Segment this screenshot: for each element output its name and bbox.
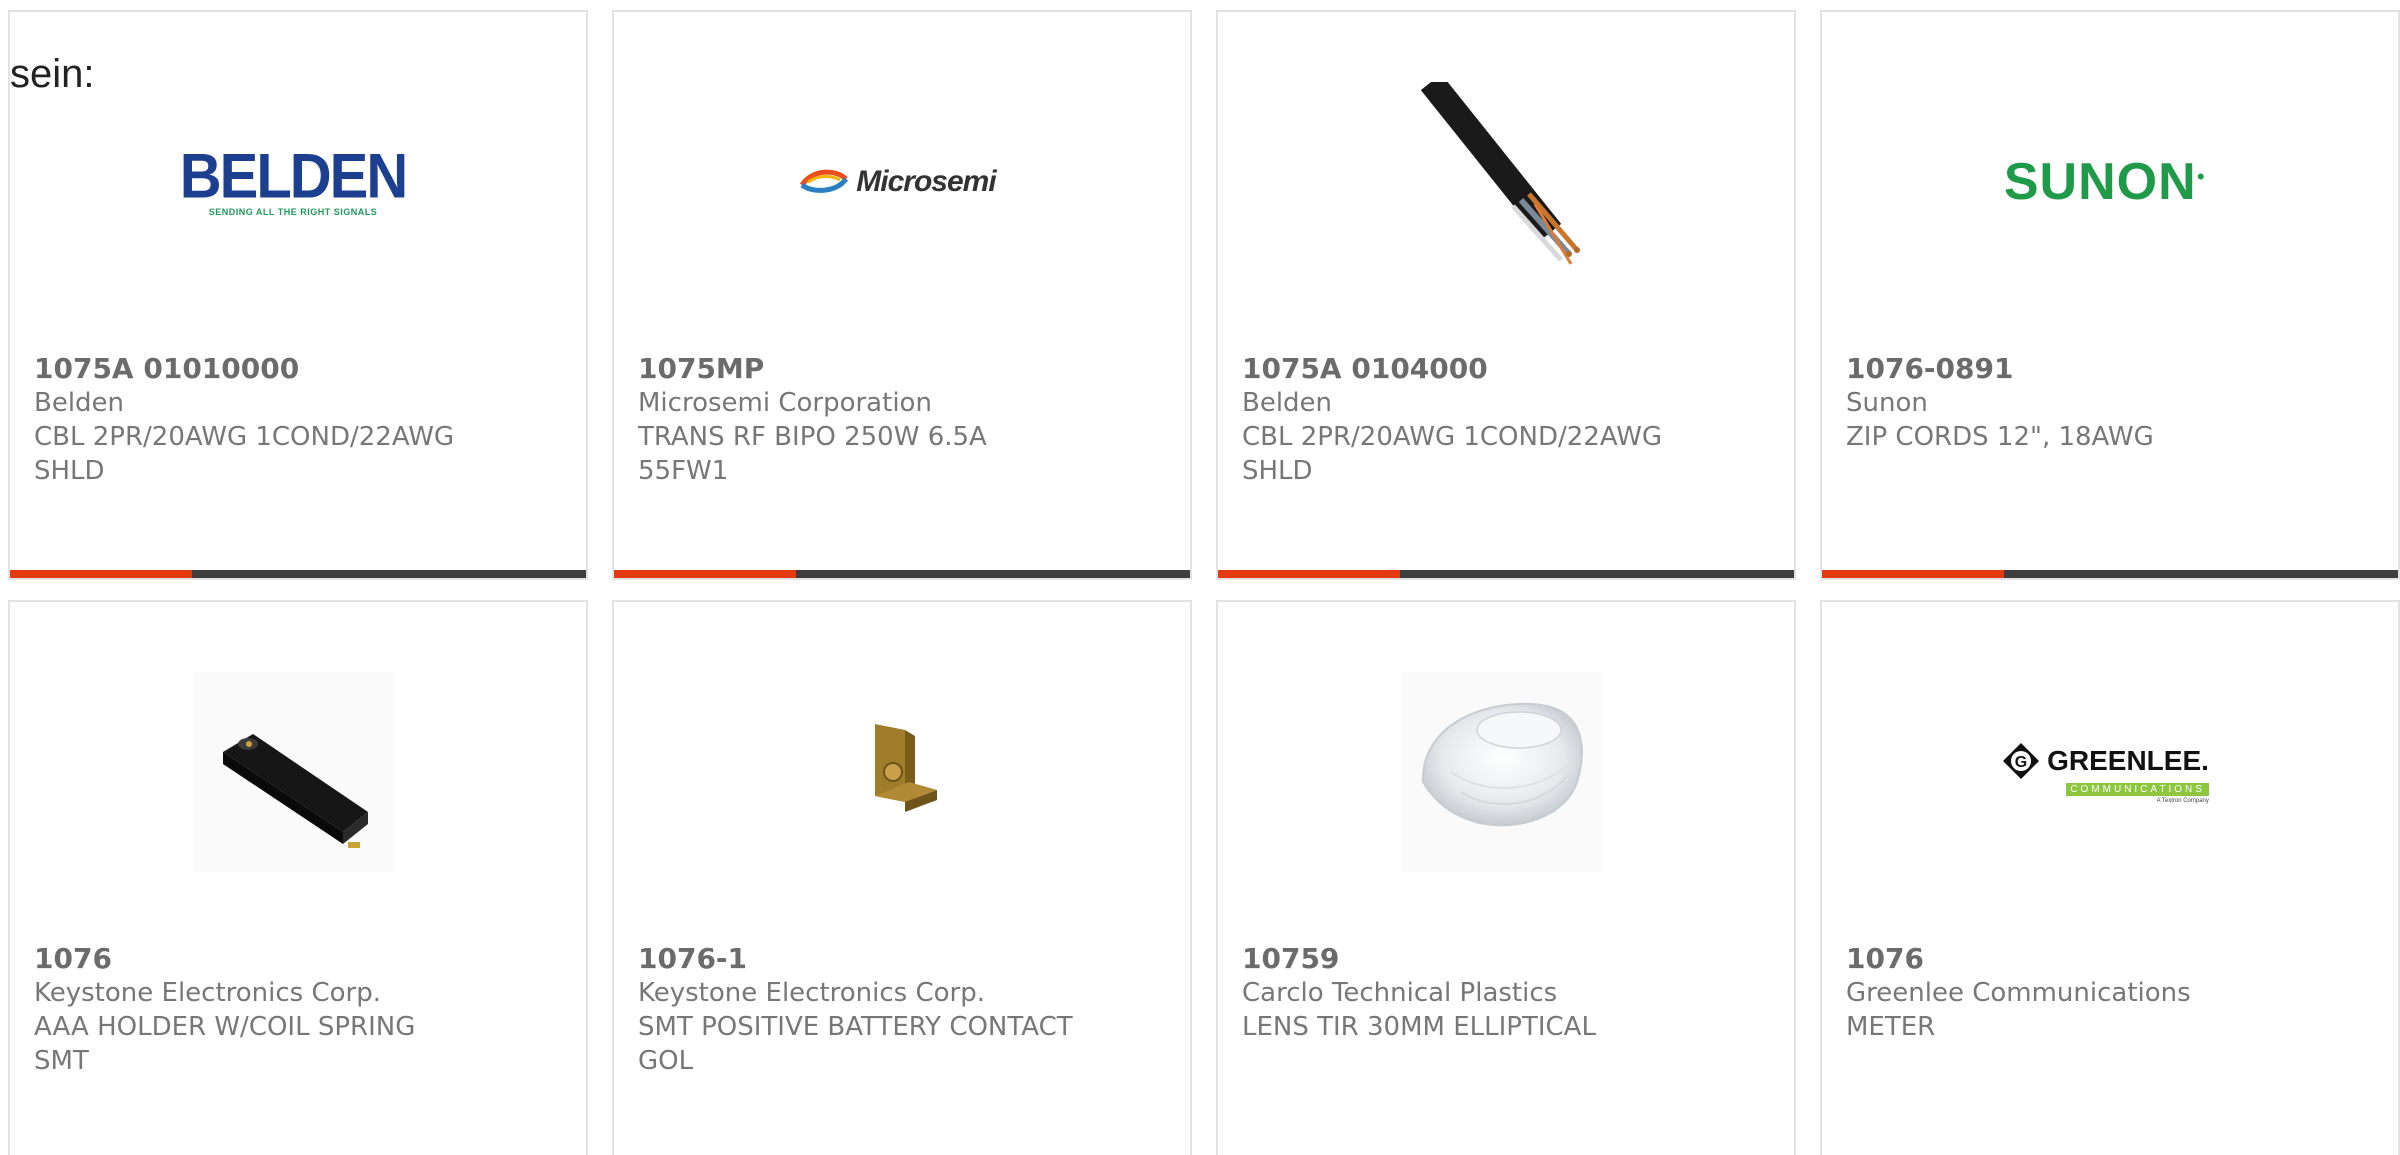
part-number[interactable]: 1075MP xyxy=(638,352,1078,386)
product-info: 10759 Carclo Technical Plastics LENS TIR… xyxy=(1242,942,1770,1044)
product-info: 1075MP Microsemi Corporation TRANS RF BI… xyxy=(638,352,1166,488)
product-image[interactable] xyxy=(1401,82,1601,282)
description: CBL 2PR/20AWG 1COND/22AWG SHLD xyxy=(1242,422,1663,486)
part-number[interactable]: 1075A 01010000 xyxy=(34,352,474,386)
description: ZIP CORDS 12", 18AWG xyxy=(1846,422,2154,452)
svg-text:G: G xyxy=(2015,754,2027,771)
manufacturer: Keystone Electronics Corp. xyxy=(34,978,382,1008)
product-image[interactable]: BELDEN SENDING ALL THE RIGHT SIGNALS xyxy=(180,82,408,282)
greenlee-logo: G GREENLEE. COMMUNICATIONS A Textron Com… xyxy=(2001,741,2209,804)
card-accent-bar xyxy=(1822,570,2398,578)
product-card[interactable]: sein: BELDEN SENDING ALL THE RIGHT SIGNA… xyxy=(8,10,588,580)
part-number[interactable]: 10759 xyxy=(1242,942,1682,976)
product-card[interactable]: Microsemi 1075MP Microsemi Corporation T… xyxy=(612,10,1192,580)
product-card[interactable]: 10759 Carclo Technical Plastics LENS TIR… xyxy=(1216,600,1796,1155)
product-grid: sein: BELDEN SENDING ALL THE RIGHT SIGNA… xyxy=(8,10,2400,1155)
card-accent-bar xyxy=(614,570,1190,578)
product-image[interactable]: Microsemi xyxy=(797,82,997,282)
product-card[interactable]: G GREENLEE. COMMUNICATIONS A Textron Com… xyxy=(1820,600,2400,1155)
product-image[interactable] xyxy=(193,672,393,872)
manufacturer: Greenlee Communications xyxy=(1846,978,2191,1008)
manufacturer: Keystone Electronics Corp. xyxy=(638,978,986,1008)
manufacturer: Sunon xyxy=(1846,388,1928,418)
belden-logo: BELDEN SENDING ALL THE RIGHT SIGNALS xyxy=(179,140,408,217)
product-grid-page: sein: BELDEN SENDING ALL THE RIGHT SIGNA… xyxy=(0,0,2400,1155)
product-image[interactable]: G GREENLEE. COMMUNICATIONS A Textron Com… xyxy=(2003,672,2209,872)
product-card[interactable]: SUNON● 1076-0891 Sunon ZIP CORDS 12", 18… xyxy=(1820,10,2400,580)
part-number[interactable]: 1076 xyxy=(1846,942,2286,976)
part-number[interactable]: 1076-0891 xyxy=(1846,352,2286,386)
product-info: 1076 Greenlee Communications METER xyxy=(1846,942,2374,1044)
product-image[interactable] xyxy=(1401,672,1601,872)
product-info: 1076-1 Keystone Electronics Corp. SMT PO… xyxy=(638,942,1166,1078)
product-info: 1076-0891 Sunon ZIP CORDS 12", 18AWG xyxy=(1846,352,2374,454)
product-info: 1075A 0104000 Belden CBL 2PR/20AWG 1COND… xyxy=(1242,352,1770,488)
product-image[interactable] xyxy=(797,672,997,872)
description: AAA HOLDER W/COIL SPRING SMT xyxy=(34,1012,416,1076)
product-card[interactable]: 1075A 0104000 Belden CBL 2PR/20AWG 1COND… xyxy=(1216,10,1796,580)
product-image[interactable]: SUNON● xyxy=(2003,82,2207,282)
product-info: 1076 Keystone Electronics Corp. AAA HOLD… xyxy=(34,942,562,1078)
part-number[interactable]: 1076 xyxy=(34,942,474,976)
description: SMT POSITIVE BATTERY CONTACT GOL xyxy=(638,1012,1073,1076)
sunon-logo: SUNON● xyxy=(2003,153,2207,211)
product-card[interactable]: 1076 Keystone Electronics Corp. AAA HOLD… xyxy=(8,600,588,1155)
description: TRANS RF BIPO 250W 6.5A 55FW1 xyxy=(638,422,987,486)
cable-photo xyxy=(1420,82,1580,265)
manufacturer: Belden xyxy=(34,388,125,418)
manufacturer: Carclo Technical Plastics xyxy=(1242,978,1558,1008)
manufacturer: Microsemi Corporation xyxy=(638,388,932,418)
battery-holder-photo xyxy=(223,734,368,848)
part-number[interactable]: 1075A 0104000 xyxy=(1242,352,1682,386)
lens-photo xyxy=(1421,702,1583,827)
description: CBL 2PR/20AWG 1COND/22AWG SHLD xyxy=(34,422,455,486)
product-info: 1075A 01010000 Belden CBL 2PR/20AWG 1CON… xyxy=(34,352,562,488)
manufacturer: Belden xyxy=(1242,388,1333,418)
description: METER xyxy=(1846,1012,1936,1042)
intro-text: sein: xyxy=(10,52,95,96)
microsemi-logo: Microsemi xyxy=(798,165,997,199)
description: LENS TIR 30MM ELLIPTICAL xyxy=(1242,1012,1596,1042)
battery-contact-photo xyxy=(875,724,937,812)
part-number[interactable]: 1076-1 xyxy=(638,942,1078,976)
card-accent-bar xyxy=(10,570,586,578)
card-accent-bar xyxy=(1218,570,1794,578)
product-card[interactable]: 1076-1 Keystone Electronics Corp. SMT PO… xyxy=(612,600,1192,1155)
